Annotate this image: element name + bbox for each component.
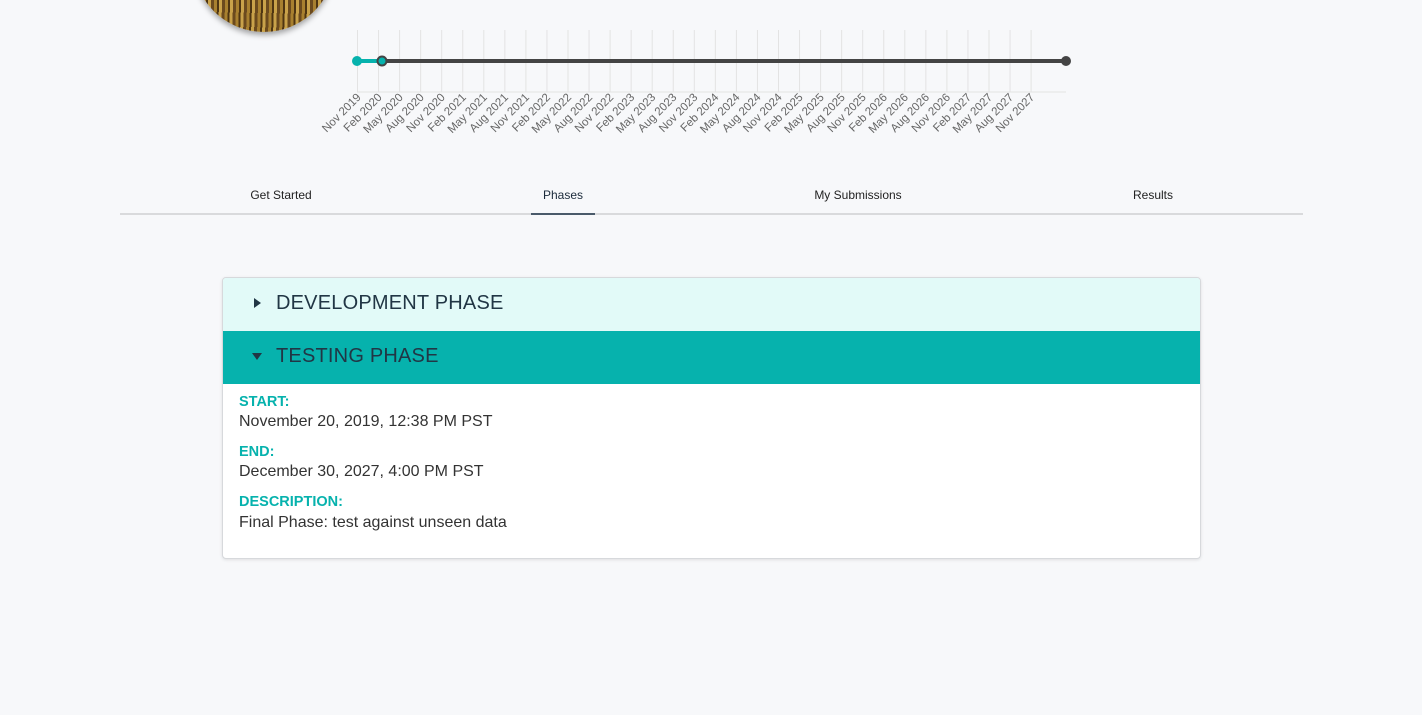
testing-phase-header[interactable]: TESTING PHASE (223, 331, 1200, 384)
timeline-chart: Nov 2019Feb 2020May 2020Aug 2020Nov 2020… (320, 30, 1071, 136)
timeline-phase-marker (376, 55, 388, 67)
start-label: START: (239, 394, 290, 410)
development-phase-title: DEVELOPMENT PHASE (276, 292, 504, 314)
end-label: END: (239, 444, 275, 460)
competition-tabs: Get Started Phases My Submissions Result… (120, 180, 1303, 215)
timeline-end-marker (1061, 56, 1071, 66)
description-label: DESCRIPTION: (239, 494, 343, 510)
caret-right-icon (254, 298, 261, 308)
start-value: November 20, 2019, 12:38 PM PST (239, 413, 493, 430)
end-value: December 30, 2027, 4:00 PM PST (239, 463, 484, 480)
development-phase-header[interactable]: DEVELOPMENT PHASE (223, 278, 1200, 331)
timeline-start-marker (352, 56, 362, 66)
caret-down-icon (252, 353, 262, 360)
tab-my-submissions[interactable]: My Submissions (810, 180, 906, 213)
testing-phase-title: TESTING PHASE (276, 345, 439, 367)
phases-panel: DEVELOPMENT PHASE TESTING PHASE START: N… (222, 277, 1201, 559)
phase-timeline: Nov 2019 Feb 2020 May 2020 Aug 2020 Nov 2020… (0, 0, 1422, 160)
tab-get-started[interactable]: Get Started (245, 180, 317, 213)
description-value: Final Phase: test against unseen data (239, 514, 507, 531)
tab-phases[interactable]: Phases (531, 180, 595, 215)
tab-results[interactable]: Results (1129, 180, 1177, 213)
